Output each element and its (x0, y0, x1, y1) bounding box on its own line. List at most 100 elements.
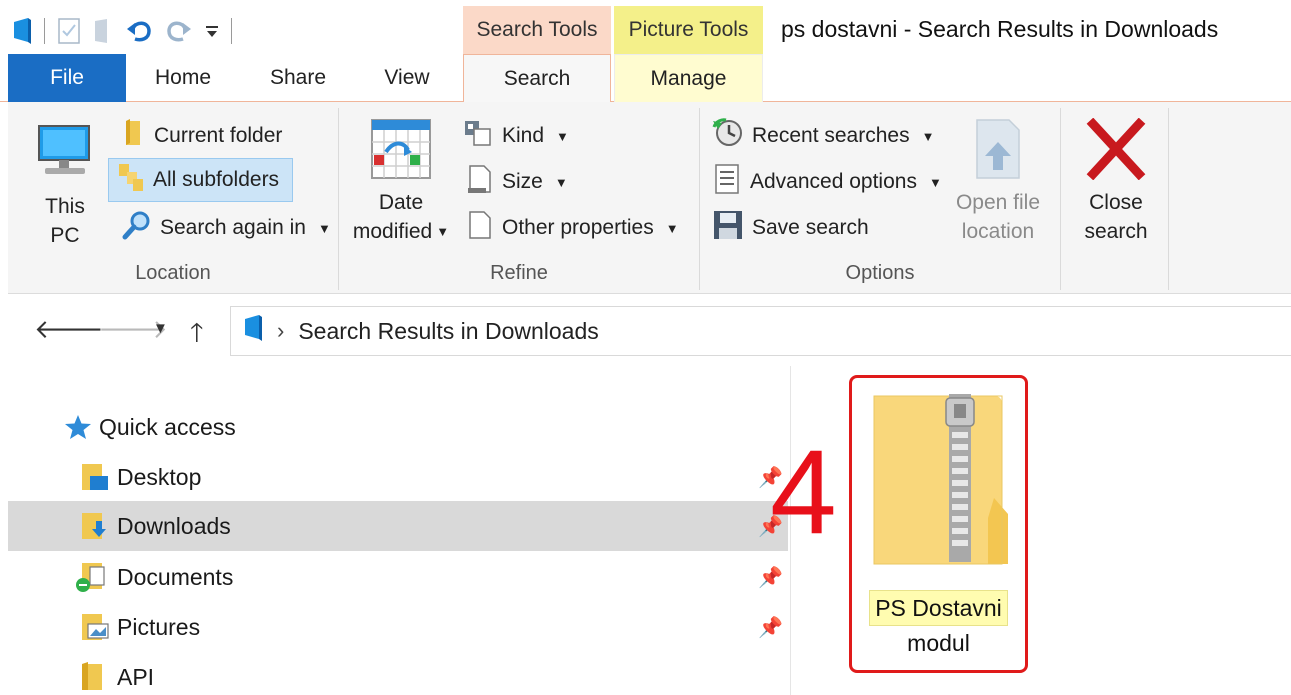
this-pc-button[interactable]: This PC (30, 120, 100, 250)
nav-item-label: API (117, 663, 155, 690)
advanced-options-button[interactable]: Advanced options ▼ (712, 164, 942, 200)
this-pc-label-2: PC (50, 224, 80, 247)
chevron-down-icon: ▼ (554, 174, 568, 190)
recent-searches-icon (712, 117, 744, 155)
save-search-button[interactable]: Save search (712, 210, 869, 246)
chevron-down-icon: ▼ (921, 128, 935, 144)
close-icon (1085, 117, 1147, 188)
floppy-disk-icon (712, 209, 744, 247)
properties-icon[interactable] (57, 17, 81, 45)
search-again-in-button[interactable]: Search again in ▼ (116, 208, 337, 248)
magnifier-icon (122, 210, 152, 246)
redo-icon[interactable] (165, 17, 193, 45)
search-tools-context: Search Tools (463, 6, 611, 54)
quick-access-toolbar (12, 14, 232, 48)
nav-item-documents[interactable]: Documents 📌 (8, 552, 788, 602)
kind-button[interactable]: Kind ▼ (464, 118, 569, 154)
size-label: Size (502, 170, 543, 193)
nav-item-label: Desktop (117, 463, 202, 490)
file-item[interactable]: PS Dostavni modul (849, 375, 1028, 673)
subfolders-icon (117, 162, 145, 198)
nav-item-label: Downloads (117, 512, 231, 539)
explorer-icon[interactable] (12, 18, 32, 44)
window-title: ps dostavni - Search Results in Download… (781, 16, 1219, 42)
size-button[interactable]: Size ▼ (464, 164, 568, 200)
open-file-location-label-2: location (961, 220, 1035, 243)
group-separator (1060, 108, 1061, 290)
ribbon: This PC Current folder All subfolders Se… (8, 102, 1291, 294)
advanced-options-label: Advanced options (750, 170, 917, 193)
tab-home[interactable]: Home (140, 54, 226, 102)
tab-manage[interactable]: Manage (614, 54, 763, 102)
address-bar[interactable]: › Search Results in Downloads (230, 306, 1291, 356)
zip-folder-icon (868, 392, 1014, 577)
open-file-location-label-1: Open file (955, 191, 1041, 214)
kind-icon (464, 119, 494, 153)
breadcrumb-chevron-icon[interactable]: › (277, 318, 284, 344)
breadcrumb-path[interactable]: Search Results in Downloads (298, 318, 598, 345)
chevron-down-icon: ▼ (436, 224, 450, 239)
date-modified-label-1: Date (378, 191, 424, 214)
pin-icon[interactable]: 📌 (758, 615, 783, 640)
other-properties-label: Other properties (502, 216, 654, 239)
back-arrow-icon[interactable]: 🡐 (34, 314, 104, 345)
this-pc-icon (33, 120, 97, 192)
tab-search[interactable]: Search (463, 54, 611, 103)
save-search-label: Save search (752, 216, 869, 239)
tab-file[interactable]: File (8, 54, 126, 102)
folder-icon (122, 119, 146, 153)
nav-item-desktop[interactable]: Desktop 📌 (8, 452, 788, 502)
title-bar: Search Tools Picture Tools ps dostavni -… (0, 0, 1291, 55)
document-icon (464, 210, 494, 246)
quick-access-label: Quick access (99, 413, 236, 440)
desktop-folder-icon (80, 462, 110, 492)
step-annotation: 4 (770, 425, 837, 559)
nav-quick-access[interactable]: Quick access (8, 402, 788, 452)
current-folder-button[interactable]: Current folder (116, 118, 288, 154)
kind-label: Kind (502, 124, 545, 147)
file-name-line1: PS Dostavni (869, 590, 1008, 626)
refine-group-label: Refine (490, 262, 548, 284)
qat-separator (44, 18, 45, 44)
search-again-in-label: Search again in (160, 216, 306, 239)
recent-searches-button[interactable]: Recent searches ▼ (712, 118, 934, 154)
downloads-folder-icon (80, 511, 110, 541)
close-search-button[interactable]: Close search (1066, 117, 1166, 246)
file-name[interactable]: PS Dostavni modul (852, 590, 1025, 660)
nav-item-api[interactable]: API (8, 652, 788, 695)
calendar-icon (370, 118, 432, 188)
pin-icon[interactable]: 📌 (758, 565, 783, 590)
location-group-label: Location (135, 262, 211, 284)
up-arrow-icon[interactable]: 🡑 (190, 314, 204, 358)
nav-item-pictures[interactable]: Pictures 📌 (8, 602, 788, 652)
new-folder-icon[interactable] (93, 17, 113, 45)
customize-qat-icon[interactable] (205, 23, 219, 39)
star-icon (64, 414, 92, 440)
date-modified-label-wrap: modified ▼ (353, 217, 449, 246)
nav-item-downloads[interactable]: Downloads 📌 (8, 501, 788, 551)
chevron-down-icon: ▼ (665, 220, 679, 236)
tab-view[interactable]: View (372, 54, 442, 102)
current-folder-label: Current folder (154, 124, 283, 147)
pictures-folder-icon (80, 612, 110, 642)
recent-locations-chevron-icon[interactable]: ▼ (153, 320, 168, 337)
file-name-line2: modul (907, 630, 970, 656)
chevron-down-icon: ▼ (928, 174, 942, 190)
nav-item-label: Pictures (117, 613, 201, 640)
close-search-label-2: search (1084, 220, 1148, 243)
picture-tools-context: Picture Tools (614, 6, 763, 54)
open-file-location-icon (973, 118, 1023, 188)
all-subfolders-button[interactable]: All subfolders (108, 158, 293, 202)
other-properties-button[interactable]: Other properties ▼ (464, 210, 679, 246)
options-group-label: Options (845, 262, 915, 284)
navigation-pane: Quick access Desktop 📌 Downloads 📌 Docum… (8, 370, 788, 695)
date-modified-button[interactable]: Date modified ▼ (346, 118, 456, 246)
open-file-location-button[interactable]: Open file location (948, 118, 1048, 246)
ribbon-tabs: File Home Share View Search Manage (0, 54, 1291, 103)
undo-icon[interactable] (125, 17, 153, 45)
this-pc-label-1: This (45, 195, 85, 218)
tab-share[interactable]: Share (258, 54, 338, 102)
documents-folder-icon (74, 561, 108, 593)
date-modified-label-2: modified (352, 220, 433, 243)
chevron-down-icon: ▼ (556, 128, 569, 144)
